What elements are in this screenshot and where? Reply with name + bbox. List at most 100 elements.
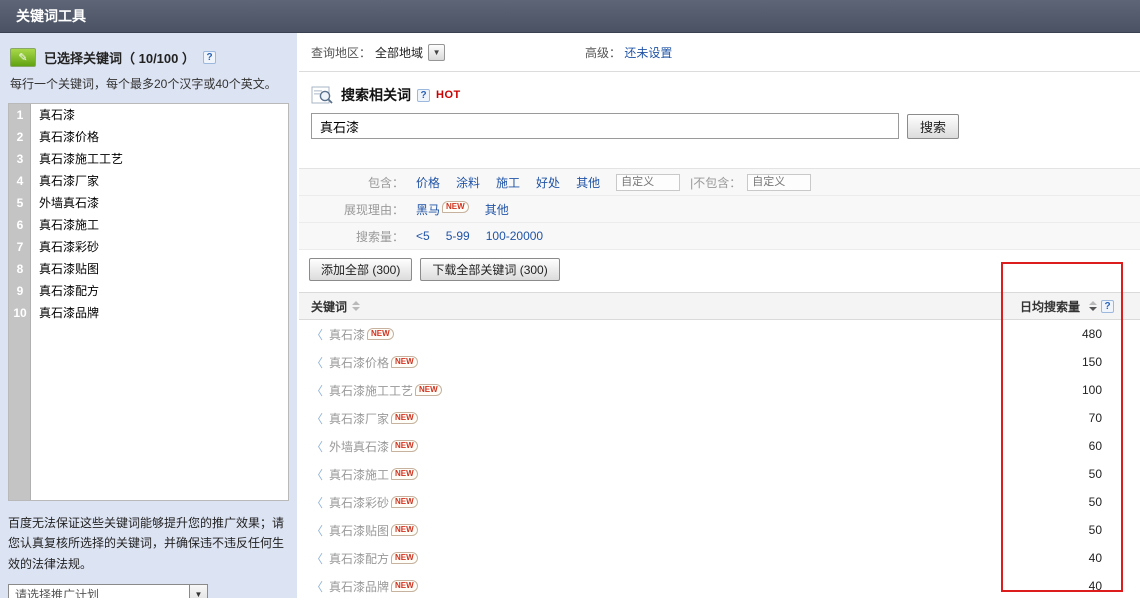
selected-keyword-line: 6真石漆施工 — [9, 214, 288, 236]
add-left-arrow-icon: 〈 — [311, 410, 323, 427]
selected-keyword-text: 真石漆施工工艺 — [39, 152, 123, 166]
result-keyword: 真石漆 — [329, 326, 365, 343]
region-value: 全部地域 — [375, 44, 423, 61]
selected-keywords-panel: ✎ 已选择关键词（ 10/100 ） ? 每行一个关键词，每个最多20个汉字或4… — [0, 33, 297, 598]
add-keyword-link[interactable]: 〈真石漆施工NEW — [311, 466, 418, 483]
selected-keyword-text: 真石漆 — [39, 108, 75, 122]
new-badge: NEW — [391, 524, 418, 536]
table-row: 〈真石漆贴图NEW 50 — [299, 516, 1140, 544]
include-label: 包含： — [299, 174, 404, 191]
help-icon[interactable]: ? — [1101, 300, 1114, 313]
new-badge: NEW — [391, 412, 418, 424]
selected-keyword-text: 真石漆彩砂 — [39, 240, 99, 254]
daily-search-volume: 60 — [1089, 439, 1102, 453]
include-option-other[interactable]: 其他 — [576, 174, 600, 191]
selected-keyword-line: 5外墙真石漆 — [9, 192, 288, 214]
daily-search-volume: 50 — [1089, 467, 1102, 481]
table-row: 〈外墙真石漆NEW 60 — [299, 432, 1140, 460]
table-row: 〈真石漆施工NEW 50 — [299, 460, 1140, 488]
chevron-down-icon[interactable]: ▼ — [189, 585, 207, 598]
daily-search-volume: 50 — [1089, 523, 1102, 537]
new-badge: NEW — [391, 552, 418, 564]
legal-disclaimer: 百度无法保证这些关键词能够提升您的推广效果；请您认真复核所选择的关键词，并确保违… — [8, 513, 289, 574]
hot-badge: HOT — [436, 89, 461, 101]
region-dropdown-button[interactable]: ▼ — [428, 44, 445, 61]
line-number: 8 — [9, 258, 31, 280]
add-keyword-link[interactable]: 〈真石漆配方NEW — [311, 550, 418, 567]
add-keyword-link[interactable]: 〈真石漆厂家NEW — [311, 410, 418, 427]
daily-search-volume: 40 — [1089, 551, 1102, 565]
selected-keyword-text: 真石漆贴图 — [39, 262, 99, 276]
search-button[interactable]: 搜索 — [907, 114, 959, 139]
exclude-label: |不包含： — [690, 174, 741, 191]
add-keyword-link[interactable]: 〈外墙真石漆NEW — [311, 438, 418, 455]
volume-option-100-20000[interactable]: 100-20000 — [486, 229, 543, 243]
add-keyword-link[interactable]: 〈真石漆贴图NEW — [311, 522, 418, 539]
add-keyword-link[interactable]: 〈真石漆彩砂NEW — [311, 494, 418, 511]
advanced-settings: 高级： 还未设置 — [585, 44, 672, 61]
add-left-arrow-icon: 〈 — [311, 438, 323, 455]
line-number: 9 — [9, 280, 31, 302]
add-left-arrow-icon: 〈 — [311, 578, 323, 595]
daily-search-volume: 150 — [1082, 355, 1102, 369]
new-badge: NEW — [391, 440, 418, 452]
selected-keyword-line: 9 真石漆配方 — [9, 280, 288, 302]
include-filter-row: 包含： 价格 涂料 施工 好处 其他 |不包含： — [299, 169, 1140, 196]
volume-option-lt5[interactable]: <5 — [416, 229, 430, 243]
include-option-price[interactable]: 价格 — [416, 174, 440, 191]
result-keyword: 真石漆施工工艺 — [329, 382, 413, 399]
volume-option-5-99[interactable]: 5-99 — [446, 229, 470, 243]
add-keyword-link[interactable]: 〈真石漆价格NEW — [311, 354, 418, 371]
volume-filter-row: 搜索量： <5 5-99 100-20000 — [299, 223, 1140, 250]
selected-keywords-textarea[interactable]: 1真石漆 2真石漆价格 3真石漆施工工艺 4真石漆厂家 5外墙真石漆 6真石漆施… — [8, 103, 289, 501]
page-title: 关键词工具 — [16, 8, 86, 24]
keyword-column-header: 关键词 — [311, 298, 347, 315]
campaign-select[interactable]: 请选择推广计划 ▼ — [8, 584, 208, 598]
add-keyword-link[interactable]: 〈真石漆施工工艺NEW — [311, 382, 442, 399]
result-keyword: 真石漆彩砂 — [329, 494, 389, 511]
selected-keyword-text: 真石漆品牌 — [39, 306, 99, 320]
line-number: 4 — [9, 170, 31, 192]
keyword-sort-icon[interactable] — [352, 301, 360, 311]
advanced-settings-link[interactable]: 还未设置 — [624, 46, 672, 60]
keyword-search-input[interactable] — [311, 113, 899, 139]
query-region-bar: 查询地区： 全部地域 ▼ 高级： 还未设置 — [299, 33, 1140, 72]
add-left-arrow-icon: 〈 — [311, 522, 323, 539]
exclude-custom-input[interactable] — [747, 174, 811, 191]
table-row: 〈真石漆品牌NEW 40 — [299, 572, 1140, 600]
new-badge: NEW — [415, 384, 442, 396]
results-table-body: 〈真石漆NEW 480 〈真石漆价格NEW 150 〈真石漆施工工艺NEW 10… — [299, 320, 1140, 600]
download-all-button[interactable]: 下载全部关键词 (300) — [420, 258, 559, 281]
table-row: 〈真石漆价格NEW 150 — [299, 348, 1140, 376]
include-custom-input[interactable] — [616, 174, 680, 191]
include-option-construction[interactable]: 施工 — [496, 174, 520, 191]
selected-keywords-title: 已选择关键词（ 10/100 ） — [44, 48, 195, 67]
campaign-select-value: 请选择推广计划 — [15, 588, 99, 598]
result-keyword: 真石漆品牌 — [329, 578, 389, 595]
table-row: 〈真石漆彩砂NEW 50 — [299, 488, 1140, 516]
selected-keyword-text: 真石漆厂家 — [39, 174, 99, 188]
new-badge: NEW — [391, 468, 418, 480]
help-icon[interactable]: ? — [417, 89, 430, 102]
keywords-input-hint: 每行一个关键词，每个最多20个汉字或40个英文。 — [0, 71, 297, 93]
include-option-coating[interactable]: 涂料 — [456, 174, 480, 191]
selected-keyword-line: 10真石漆品牌 — [9, 302, 288, 324]
selected-keyword-text: 真石漆配方 — [39, 284, 99, 298]
result-keyword: 真石漆价格 — [329, 354, 389, 371]
add-keyword-link[interactable]: 〈真石漆NEW — [311, 326, 394, 343]
help-icon[interactable]: ? — [203, 51, 216, 64]
table-row: 〈真石漆NEW 480 — [299, 320, 1140, 348]
add-keyword-link[interactable]: 〈真石漆品牌NEW — [311, 578, 418, 595]
volume-sort-icon[interactable] — [1089, 301, 1097, 311]
add-left-arrow-icon: 〈 — [311, 466, 323, 483]
line-number: 6 — [9, 214, 31, 236]
reason-option-darkhorse[interactable]: 黑马NEW — [416, 201, 469, 218]
selected-keyword-line: 7真石漆彩砂 — [9, 236, 288, 258]
result-keyword: 真石漆贴图 — [329, 522, 389, 539]
add-all-button[interactable]: 添加全部 (300) — [309, 258, 412, 281]
reason-option-other[interactable]: 其他 — [485, 201, 509, 218]
line-number: 5 — [9, 192, 31, 214]
search-page-icon — [311, 86, 335, 105]
app-title-bar: 关键词工具 — [0, 0, 1140, 33]
include-option-benefit[interactable]: 好处 — [536, 174, 560, 191]
